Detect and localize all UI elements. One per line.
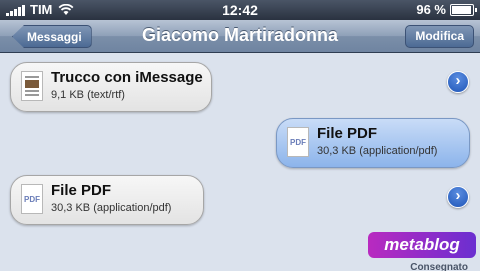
attachment-name: File PDF — [317, 125, 378, 142]
rtf-document-icon — [21, 71, 43, 101]
edit-button[interactable]: Modifica — [405, 25, 474, 48]
battery-icon — [450, 3, 477, 16]
attachment-name: File PDF — [51, 182, 112, 199]
disclosure-arrow-icon[interactable]: › — [447, 71, 469, 93]
pdf-document-icon: PDF — [287, 127, 309, 157]
battery-level — [452, 5, 472, 14]
message-bubble-incoming[interactable]: PDF File PDF 30,3 KB (application/pdf) — [10, 175, 204, 225]
pdf-document-icon: PDF — [21, 184, 43, 214]
attachment-size: 9,1 KB (text/rtf) — [51, 89, 125, 101]
attachment-size: 30,3 KB (application/pdf) — [317, 145, 438, 157]
message-bubble-outgoing[interactable]: PDF File PDF 30,3 KB (application/pdf) — [276, 118, 470, 168]
disclosure-arrow-icon[interactable]: › — [447, 186, 469, 208]
status-bar: TIM 12:42 96 % — [0, 0, 480, 20]
attachment-name: Trucco con iMessage — [51, 69, 203, 86]
attachment-size: 30,3 KB (application/pdf) — [51, 202, 172, 214]
battery-percent: 96 % — [416, 2, 446, 17]
delivered-status: Consegnato — [410, 262, 468, 271]
clock: 12:42 — [222, 2, 258, 18]
navigation-bar: Messaggi Giacomo Martiradonna Modifica — [0, 20, 480, 53]
watermark-logo: metablog — [368, 232, 476, 258]
status-right: 96 % — [416, 2, 477, 17]
message-bubble-incoming[interactable]: Trucco con iMessage 9,1 KB (text/rtf) — [10, 62, 212, 112]
